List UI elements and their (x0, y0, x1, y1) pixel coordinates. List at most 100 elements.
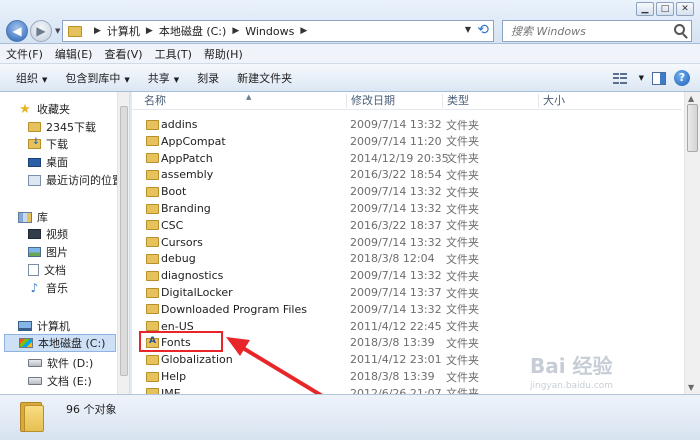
chevron-right-icon[interactable]: ▶ (300, 26, 307, 36)
menu-edit[interactable]: 编辑(E) (55, 46, 93, 62)
column-header-type[interactable]: 类型 (442, 94, 538, 108)
menu-tools[interactable]: 工具(T) (155, 46, 192, 62)
file-name: IME (161, 386, 181, 394)
nav-libraries-label: 库 (37, 211, 48, 224)
nav-item-documents[interactable]: 文档 (28, 261, 66, 279)
file-list-scrollbar[interactable]: ▲ ▼ (684, 92, 700, 394)
file-row-boot[interactable]: Boot 2009/7/14 13:32 文件夹 (132, 183, 682, 200)
close-button[interactable]: ✕ (676, 2, 694, 16)
breadcrumb-computer[interactable]: 计算机 (107, 23, 140, 39)
nav-computer[interactable]: 计算机 (18, 317, 70, 335)
nav-item-drive-e[interactable]: 文档 (E:) (28, 372, 92, 390)
nav-item-desktop[interactable]: 桌面 (28, 153, 68, 171)
caret-down-icon: ▼ (42, 75, 48, 84)
nav-favorites[interactable]: ★ 收藏夹 (18, 100, 70, 118)
folder-icon (146, 270, 159, 281)
file-row-addins[interactable]: addins 2009/7/14 13:32 文件夹 (132, 116, 682, 133)
file-row-assembly[interactable]: assembly 2016/3/22 18:54 文件夹 (132, 166, 682, 183)
navigation-pane: ★ 收藏夹 2345下载 下载 桌面 最近访问的位置 库 视频 图片 文档 ♪ … (0, 92, 130, 394)
file-type: 文件夹 (446, 353, 479, 367)
chevron-right-icon[interactable]: ▶ (94, 26, 101, 36)
nav-item-label: 文档 (44, 264, 66, 277)
nav-item-videos[interactable]: 视频 (28, 225, 68, 243)
back-button[interactable]: ◀ (6, 20, 28, 42)
preview-pane-icon[interactable] (652, 71, 666, 85)
file-row-cursors[interactable]: Cursors 2009/7/14 13:32 文件夹 (132, 234, 682, 251)
folder-icon (146, 169, 159, 180)
column-header-date[interactable]: 修改日期 (346, 94, 442, 108)
file-type: 文件夹 (446, 303, 479, 317)
scroll-up-icon[interactable]: ▲ (688, 94, 694, 103)
address-bar[interactable]: ▶ 计算机 ▶ 本地磁盘 (C:) ▶ Windows ▶ ▼ ⟲ (62, 20, 494, 42)
watermark: Bai 经验 jingyan.baidu.com (530, 350, 690, 430)
breadcrumb-local-disk[interactable]: 本地磁盘 (C:) (159, 23, 226, 39)
nav-item-label: 最近访问的位置 (46, 174, 123, 187)
file-row-apppatch[interactable]: AppPatch 2014/12/19 20:35 文件夹 (132, 150, 682, 167)
menu-file[interactable]: 文件(F) (6, 46, 43, 62)
file-name: Downloaded Program Files (161, 302, 307, 316)
nav-item-label: 2345下载 (46, 121, 96, 134)
refresh-icon[interactable]: ⟲ (477, 22, 489, 38)
column-header-name[interactable]: 名称 ▲ (140, 93, 346, 108)
nav-item-music[interactable]: ♪ 音乐 (28, 279, 68, 297)
drive-icon (28, 359, 42, 367)
nav-item-label: 音乐 (46, 282, 68, 295)
share-button[interactable]: 共享 ▼ (148, 70, 179, 86)
recent-pages-dropdown-icon[interactable]: ▼ (55, 27, 60, 35)
burn-button[interactable]: 刻录 (197, 70, 219, 86)
include-in-library-button[interactable]: 包含到库中 ▼ (65, 70, 129, 86)
nav-item-recent-places[interactable]: 最近访问的位置 (28, 171, 123, 189)
menu-help[interactable]: 帮助(H) (204, 46, 243, 62)
nav-item-pictures[interactable]: 图片 (28, 243, 68, 261)
folder-icon (146, 371, 159, 382)
file-row-downloaded-program-files[interactable]: Downloaded Program Files 2009/7/14 13:32 文… (132, 301, 682, 318)
scrollbar-thumb[interactable] (687, 104, 698, 152)
window-controls: ▁ □ ✕ (636, 2, 694, 16)
search-input[interactable] (503, 21, 663, 41)
file-type: 文件夹 (446, 269, 479, 283)
file-name: Cursors (161, 235, 203, 249)
forward-button[interactable]: ▶ (30, 20, 52, 42)
file-modified-date: 2009/7/14 11:20 (350, 134, 442, 148)
maximize-button[interactable]: □ (656, 2, 674, 16)
file-row-appcompat[interactable]: AppCompat 2009/7/14 11:20 文件夹 (132, 133, 682, 150)
file-row-branding[interactable]: Branding 2009/7/14 13:32 文件夹 (132, 200, 682, 217)
sort-ascending-icon: ▲ (246, 93, 252, 101)
file-modified-date: 2018/3/8 12:04 (350, 252, 435, 266)
minimize-button[interactable]: ▁ (636, 2, 654, 16)
file-row-debug[interactable]: debug 2018/3/8 12:04 文件夹 (132, 250, 682, 267)
file-type: 文件夹 (446, 320, 479, 334)
file-row-diagnostics[interactable]: diagnostics 2009/7/14 13:32 文件夹 (132, 267, 682, 284)
nav-item-downloads[interactable]: 下载 (28, 135, 68, 153)
folder-icon (146, 136, 159, 147)
file-row-digitallocker[interactable]: DigitalLocker 2009/7/14 13:37 文件夹 (132, 284, 682, 301)
search-box[interactable] (502, 20, 692, 42)
nav-item-drive-d[interactable]: 软件 (D:) (28, 354, 93, 372)
documents-icon (28, 264, 39, 276)
menu-view[interactable]: 查看(V) (104, 46, 142, 62)
chevron-right-icon[interactable]: ▶ (146, 26, 153, 36)
help-icon[interactable]: ? (674, 70, 690, 86)
breadcrumb-windows[interactable]: Windows (245, 25, 294, 38)
nav-item-drive-c[interactable]: 本地磁盘 (C:) (4, 334, 116, 352)
file-type: 文件夹 (446, 236, 479, 250)
nav-scrollbar[interactable] (117, 92, 129, 394)
new-folder-button[interactable]: 新建文件夹 (237, 70, 292, 86)
caret-down-icon[interactable]: ▼ (639, 74, 644, 82)
nav-libraries[interactable]: 库 (18, 208, 48, 226)
file-type: 文件夹 (446, 185, 479, 199)
file-modified-date: 2012/6/26 21:07 (350, 386, 442, 394)
search-icon[interactable] (674, 24, 685, 35)
chevron-right-icon[interactable]: ▶ (232, 26, 239, 36)
folder-icon (68, 25, 82, 37)
organize-button[interactable]: 组织 ▼ (16, 70, 47, 86)
file-row-csc[interactable]: CSC 2016/3/22 18:37 文件夹 (132, 217, 682, 234)
column-header-size[interactable]: 大小 (538, 94, 638, 108)
nav-item-2345-downloads[interactable]: 2345下载 (28, 118, 96, 136)
file-modified-date: 2014/12/19 20:35 (350, 151, 449, 165)
file-name: assembly (161, 168, 214, 182)
address-dropdown-icon[interactable]: ▼ (465, 25, 471, 34)
views-icon[interactable] (612, 72, 627, 84)
nav-scrollbar-thumb[interactable] (120, 106, 128, 376)
file-name: Boot (161, 185, 187, 199)
